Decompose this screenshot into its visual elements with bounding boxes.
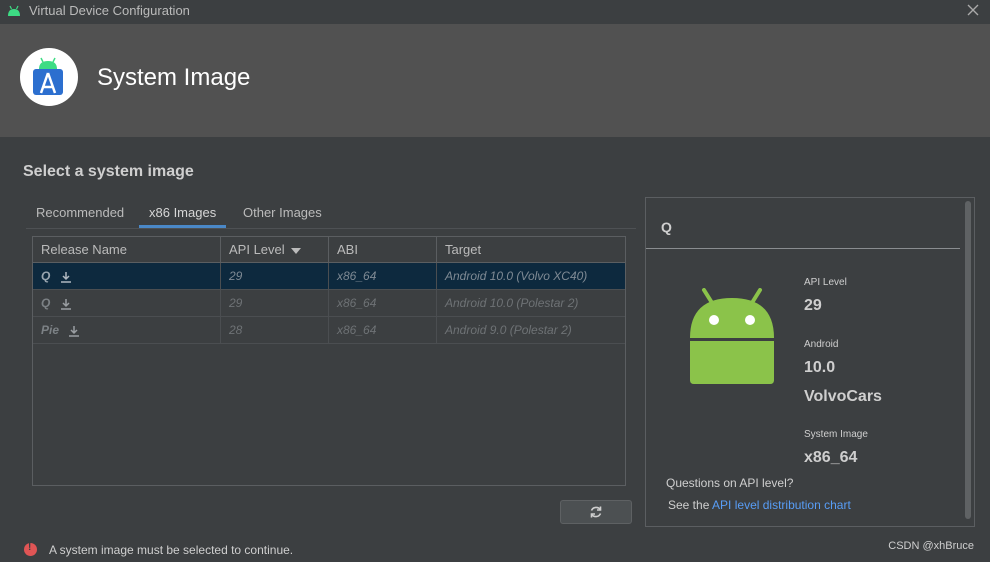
see-prefix: See the bbox=[668, 498, 713, 512]
tab-other-images[interactable]: Other Images bbox=[233, 198, 332, 228]
close-icon[interactable] bbox=[966, 3, 980, 17]
column-label: API Level bbox=[229, 242, 285, 257]
api-level-value: 29 bbox=[804, 297, 822, 314]
cell-abi: x86_64 bbox=[329, 317, 437, 343]
column-label: Release Name bbox=[41, 242, 127, 257]
column-label: ABI bbox=[337, 242, 358, 257]
api-level-question: Questions on API level? bbox=[666, 476, 794, 490]
android-label: Android bbox=[804, 339, 839, 350]
android-studio-logo bbox=[20, 48, 78, 106]
release-name: Q bbox=[41, 269, 51, 283]
table-row[interactable]: Q 29 x86_64 Android 10.0 (Volvo XC40) bbox=[33, 263, 625, 290]
cell-target: Android 10.0 (Polestar 2) bbox=[445, 296, 579, 310]
column-abi[interactable]: ABI bbox=[329, 237, 437, 262]
system-image-details: Q API Level 29 Android 10.0 VolvoCars Sy… bbox=[645, 197, 975, 527]
tab-x86-images[interactable]: x86 Images bbox=[139, 198, 227, 228]
cell-api-level: 29 bbox=[221, 263, 329, 289]
cell-release: Q bbox=[33, 290, 221, 316]
refresh-button[interactable] bbox=[560, 500, 632, 524]
window-title: Virtual Device Configuration bbox=[29, 3, 190, 18]
detail-title: Q bbox=[661, 219, 672, 235]
cell-release: Q bbox=[33, 263, 221, 289]
table-row[interactable]: Pie 28 x86_64 Android 9.0 (Polestar 2) bbox=[33, 317, 625, 344]
android-app-icon bbox=[8, 5, 20, 16]
system-image-value: x86_64 bbox=[804, 449, 858, 466]
release-name: Pie bbox=[41, 323, 60, 337]
column-label: Target bbox=[445, 242, 482, 257]
image-tabs: Recommended x86 Images Other Images bbox=[26, 198, 636, 229]
vendor-name: VolvoCars bbox=[804, 388, 882, 405]
api-level-label: API Level bbox=[804, 277, 847, 288]
column-release-name[interactable]: Release Name bbox=[33, 237, 221, 262]
download-icon[interactable] bbox=[60, 271, 72, 283]
cell-abi: x86_64 bbox=[329, 263, 437, 289]
cell-api-level: 28 bbox=[221, 317, 329, 343]
divider bbox=[646, 248, 960, 249]
sort-descending-icon bbox=[290, 247, 301, 254]
page-title: System Image bbox=[97, 64, 251, 91]
download-icon[interactable] bbox=[68, 325, 80, 337]
watermark: CSDN @xhBruce bbox=[888, 540, 974, 552]
system-image-label: System Image bbox=[804, 429, 868, 440]
refresh-icon bbox=[590, 506, 602, 518]
see-line: See the API level distribution chart bbox=[668, 498, 851, 512]
cell-api-level: 29 bbox=[221, 290, 329, 316]
table-header: Release Name API Level ABI Target bbox=[33, 237, 625, 263]
tab-recommended[interactable]: Recommended bbox=[26, 198, 134, 228]
android-studio-icon bbox=[33, 57, 63, 95]
api-distribution-link[interactable]: API level distribution chart bbox=[712, 498, 851, 512]
cell-target: Android 9.0 (Polestar 2) bbox=[445, 323, 572, 337]
section-title: Select a system image bbox=[23, 163, 194, 180]
error-icon bbox=[24, 542, 37, 556]
cell-release: Pie bbox=[33, 317, 221, 343]
cell-target: Android 10.0 (Volvo XC40) bbox=[445, 269, 588, 283]
download-icon[interactable] bbox=[60, 298, 72, 310]
title-bar: Virtual Device Configuration bbox=[0, 0, 990, 24]
wizard-header: System Image bbox=[0, 24, 990, 137]
column-api-level[interactable]: API Level bbox=[221, 237, 329, 262]
column-target[interactable]: Target bbox=[437, 237, 625, 262]
system-image-table: Release Name API Level ABI Target Q 29 x… bbox=[32, 236, 626, 486]
android-version: 10.0 bbox=[804, 359, 836, 376]
release-name: Q bbox=[41, 296, 51, 310]
error-text: A system image must be selected to conti… bbox=[49, 543, 294, 557]
table-row[interactable]: Q 29 x86_64 Android 10.0 (Polestar 2) bbox=[33, 290, 625, 317]
android-robot-icon bbox=[690, 288, 774, 384]
scrollbar[interactable] bbox=[965, 201, 971, 519]
cell-abi: x86_64 bbox=[329, 290, 437, 316]
